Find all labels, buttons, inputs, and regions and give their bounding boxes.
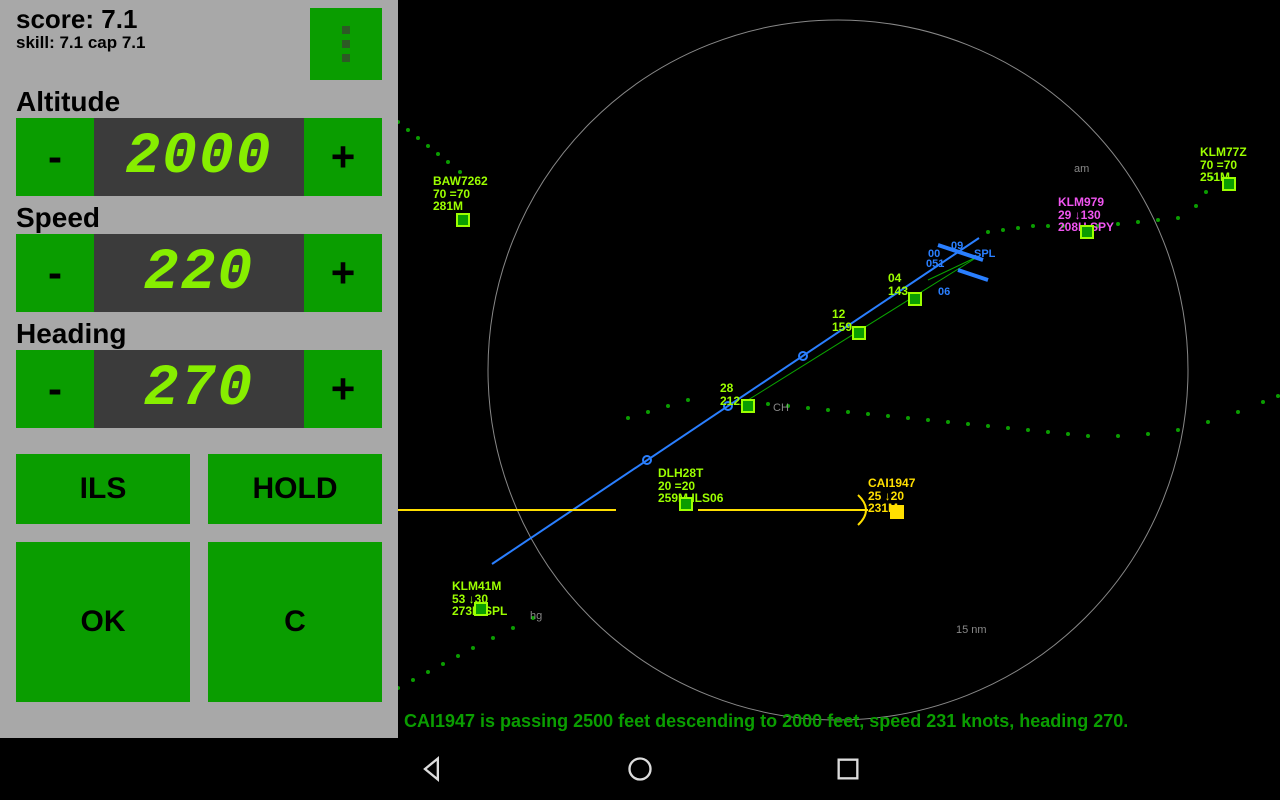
aircraft-blip[interactable] — [456, 213, 470, 227]
cancel-button[interactable]: C — [208, 542, 382, 702]
aircraft-blip[interactable] — [741, 399, 755, 413]
heading-plus-button[interactable]: + — [304, 350, 382, 428]
waypoint-hg: hg — [530, 610, 542, 622]
radar-canvas — [398, 0, 1280, 738]
aircraft-blip[interactable] — [474, 602, 488, 616]
altitude-minus-button[interactable]: - — [16, 118, 94, 196]
runway-06: 06 — [938, 286, 950, 298]
heading-display[interactable]: 270 — [94, 350, 304, 428]
altitude-value: 2000 — [125, 125, 272, 190]
speed-label: Speed — [16, 202, 382, 234]
waypoint-ch: CH — [773, 402, 789, 414]
back-icon[interactable] — [418, 755, 446, 783]
menu-button[interactable] — [310, 8, 382, 80]
aircraft-blip[interactable] — [1080, 225, 1094, 239]
aircraft-seq28[interactable]: 28 212 — [720, 382, 740, 407]
menu-dot-icon — [342, 54, 350, 62]
status-message: CAI1947 is passing 2500 feet descending … — [404, 711, 1128, 732]
aircraft-seq12[interactable]: 12 159 — [832, 308, 852, 333]
altitude-plus-button[interactable]: + — [304, 118, 382, 196]
range-label: 15 nm — [956, 624, 987, 636]
speed-display[interactable]: 220 — [94, 234, 304, 312]
menu-dot-icon — [342, 40, 350, 48]
heading-label: Heading — [16, 318, 382, 350]
ok-button[interactable]: OK — [16, 542, 190, 702]
speed-value: 220 — [144, 241, 254, 306]
aircraft-blip-selected[interactable] — [890, 505, 904, 519]
control-panel: score: 7.1 skill: 7.1 cap 7.1 Altitude -… — [0, 0, 398, 738]
android-navbar — [0, 738, 1280, 800]
runway-09: 09 — [951, 240, 963, 252]
aircraft-seq04[interactable]: 04 143 — [888, 272, 908, 297]
aircraft-blip[interactable] — [1222, 177, 1236, 191]
skill-text: skill: 7.1 cap 7.1 — [16, 33, 145, 53]
hold-button[interactable]: HOLD — [208, 454, 382, 524]
recent-apps-icon[interactable] — [834, 755, 862, 783]
waypoint-spl: SPL — [974, 248, 995, 260]
waypoint-am: am — [1074, 163, 1089, 175]
score-block: score: 7.1 skill: 7.1 cap 7.1 — [16, 4, 145, 53]
speed-minus-button[interactable]: - — [16, 234, 94, 312]
heading-minus-button[interactable]: - — [16, 350, 94, 428]
runway-051: 051 — [926, 258, 944, 270]
aircraft-blip[interactable] — [679, 497, 693, 511]
aircraft-blip[interactable] — [908, 292, 922, 306]
aircraft-baw7262[interactable]: BAW7262 70 =70 281M — [433, 175, 488, 213]
ils-button[interactable]: ILS — [16, 454, 190, 524]
speed-plus-button[interactable]: + — [304, 234, 382, 312]
radar-display[interactable]: SPL CH hg am 15 nm 09 00 051 06 BAW7262 … — [398, 0, 1280, 738]
score-text: score: 7.1 — [16, 4, 145, 35]
home-icon[interactable] — [626, 755, 654, 783]
altitude-display[interactable]: 2000 — [94, 118, 304, 196]
aircraft-blip[interactable] — [852, 326, 866, 340]
altitude-label: Altitude — [16, 86, 382, 118]
heading-value: 270 — [144, 357, 254, 422]
menu-dot-icon — [342, 26, 350, 34]
